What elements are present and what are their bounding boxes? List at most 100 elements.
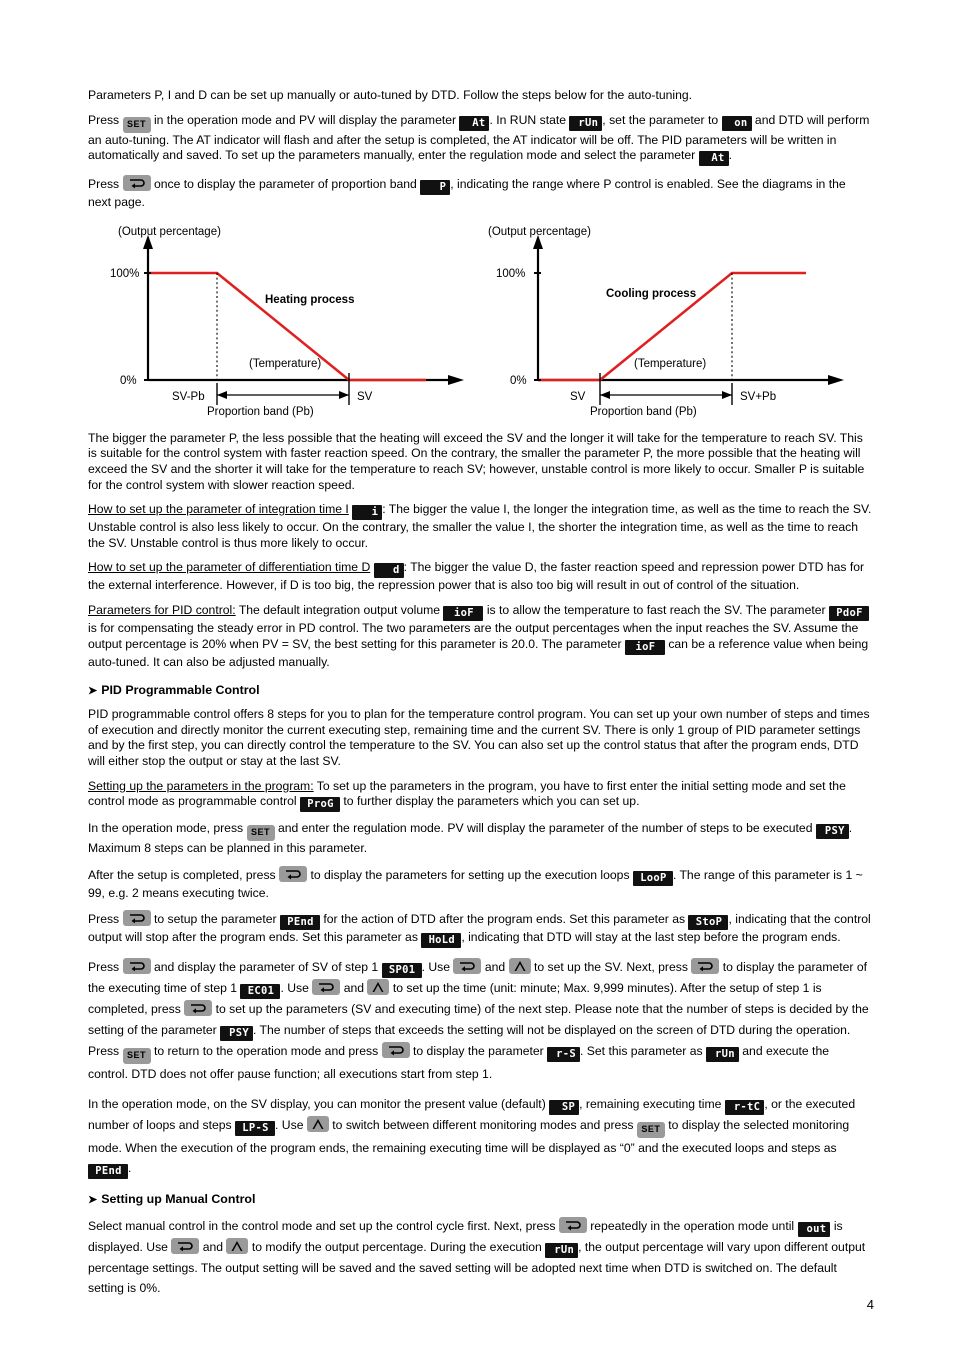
pid-p6-text-d: and (484, 960, 506, 975)
loop-arrow-icon (129, 914, 145, 924)
up-button-3[interactable] (306, 1116, 329, 1133)
svg-text:Heating process: Heating process (265, 294, 354, 306)
loop-arrow-icon (191, 1004, 206, 1014)
loop-arrow-icon (286, 869, 301, 880)
led-badge-run-3: rUn (545, 1243, 579, 1259)
led-badge-sp: SP (549, 1100, 580, 1116)
bullet-arrow-icon-2: ➤ (88, 1194, 98, 1207)
led-badge-ec01: EC01 (240, 984, 281, 1000)
loop-button[interactable] (122, 175, 151, 192)
set-button-2[interactable]: SET (246, 825, 275, 842)
intro-p1-text: Parameters P, I and D can be set up manu… (88, 88, 693, 102)
paragraph-integration-time: How to set up the parameter of integrati… (88, 502, 872, 551)
up-button-4[interactable] (226, 1238, 249, 1255)
pid-p7-text-d: . Use (275, 1118, 304, 1133)
led-badge-hold: HoLd (421, 933, 462, 949)
led-badge-stop: StoP (688, 915, 729, 931)
svg-text:(Temperature): (Temperature) (249, 358, 321, 370)
led-badge-d: d (373, 563, 404, 579)
loop-arrow-icon (698, 962, 714, 972)
pid-p3-text-a: In the operation mode, press (88, 821, 244, 836)
intro-p2-text-f: . (728, 148, 733, 163)
loop-arrow-icon (129, 179, 145, 189)
loop-arrow-icon (460, 962, 476, 972)
pid-p5-text-c: for the action of DTD after the program … (323, 912, 686, 927)
loop-arrow-icon (129, 962, 145, 972)
up-button[interactable] (508, 958, 531, 975)
pid-p7-text-a: In the operation mode, on the SV display… (88, 1097, 546, 1112)
loop-arrow-icon (319, 983, 335, 993)
led-badge-i: i (352, 505, 383, 521)
svg-text:SV+Pb: SV+Pb (740, 391, 776, 403)
led-badge-p: P (420, 180, 451, 196)
svg-text:Cooling process: Cooling process (606, 288, 696, 300)
heading-pid-text: PID Programmable Control (101, 683, 260, 698)
pid-p6-text-n: . Set this parameter as (580, 1044, 703, 1059)
up-arrow-icon (372, 982, 384, 993)
cooling-chart-svg: (Output percentage) 100% 0% Cooling proc… (488, 226, 844, 418)
pid-paragraph-setting-params: Setting up the parameters in the program… (88, 779, 872, 813)
pid-p6-text-b: and display the parameter of SV of step … (153, 960, 379, 975)
loop-button-10[interactable] (558, 1217, 587, 1234)
led-badge-rs: r-S (547, 1047, 580, 1063)
pid-paragraph-6: Press and display the parameter of SV of… (88, 957, 872, 1085)
set-button-4[interactable]: SET (636, 1122, 665, 1139)
loop-button-5[interactable] (453, 958, 482, 975)
pid-p6-text-c: . Use (421, 960, 451, 975)
up-button-2[interactable] (367, 979, 390, 996)
loop-button-3[interactable] (122, 910, 151, 927)
pid-p7-text-e: to switch between different monitoring m… (332, 1118, 634, 1133)
up-arrow-icon (231, 1241, 243, 1252)
led-badge-pdof: PdoF (828, 605, 869, 621)
intro-paragraph-3: Press once to display the parameter of p… (88, 175, 872, 211)
heading-manual-control: ➤ Setting up Manual Control (88, 1192, 872, 1208)
loop-button-9[interactable] (381, 1042, 410, 1059)
led-badge-psy: PSY (815, 824, 849, 840)
p6-label: How to set up the parameter of different… (88, 560, 371, 575)
up-arrow-icon (514, 961, 526, 972)
pid-p2-text-b: to further display the parameters which … (343, 794, 640, 809)
loop-button-11[interactable] (171, 1238, 200, 1255)
loop-button-7[interactable] (312, 979, 341, 996)
loop-button-8[interactable] (184, 1000, 213, 1017)
intro-p3-text-b: once to display the parameter of proport… (153, 177, 417, 192)
led-badge-iof-2: ioF (624, 639, 665, 655)
set-button[interactable]: SET (122, 116, 151, 133)
led-badge-at-2: At (698, 151, 729, 167)
pid-p5-text-b: to setup the parameter (153, 912, 277, 927)
set-button-3[interactable]: SET (122, 1048, 151, 1065)
svg-text:Proportion band (Pb): Proportion band (Pb) (207, 406, 314, 418)
intro-paragraph-2: Press SET in the operation mode and PV w… (88, 113, 872, 167)
page-number: 4 (866, 1297, 874, 1312)
led-badge-psy-2: PSY (220, 1026, 253, 1042)
diagram-row: (Output percentage) 100% 0% Heating proc… (88, 225, 872, 421)
p4-text: The bigger the parameter P, the less pos… (88, 430, 865, 492)
led-badge-prog: ProG (300, 797, 341, 813)
intro-p2-text-d: , set the parameter to (602, 112, 719, 127)
led-badge-sp01: SP01 (381, 963, 422, 979)
svg-text:100%: 100% (110, 268, 139, 280)
svg-text:SV-Pb: SV-Pb (172, 391, 205, 403)
led-badge-run: rUn (569, 115, 603, 131)
paragraph-pid-parameters: Parameters for PID control: The default … (88, 603, 872, 670)
manual-p1-text-b: repeatedly in the operation mode until (590, 1219, 795, 1234)
manual-p1-text-e: to modify the output percentage. During … (251, 1240, 542, 1255)
heating-chart-svg: (Output percentage) 100% 0% Heating proc… (110, 226, 464, 418)
loop-button-4[interactable] (122, 958, 151, 975)
pid-p3-text-b: and enter the regulation mode. PV will d… (277, 821, 813, 836)
document-page: Parameters P, I and D can be set up manu… (88, 88, 872, 1307)
p7-label: Parameters for PID control: (88, 602, 236, 617)
svg-text:0%: 0% (510, 375, 527, 387)
loop-button-6[interactable] (691, 958, 720, 975)
led-badge-rtc: r-tC (724, 1100, 765, 1116)
pid-p2-label: Setting up the parameters in the program… (88, 778, 314, 793)
p5-label: How to set up the parameter of integrati… (88, 502, 349, 517)
svg-text:(Output percentage): (Output percentage) (118, 226, 221, 238)
manual-p1-text-a: Select manual control in the control mod… (88, 1219, 556, 1234)
up-arrow-icon (312, 1119, 324, 1130)
loop-button-2[interactable] (279, 865, 308, 882)
pid-paragraph-4: After the setup is completed, press to d… (88, 865, 872, 902)
intro-p2-text-b: in the operation mode and PV will displa… (153, 112, 457, 127)
paragraph-differentiation-time: How to set up the parameter of different… (88, 560, 872, 594)
svg-text:Proportion band (Pb): Proportion band (Pb) (590, 406, 697, 418)
